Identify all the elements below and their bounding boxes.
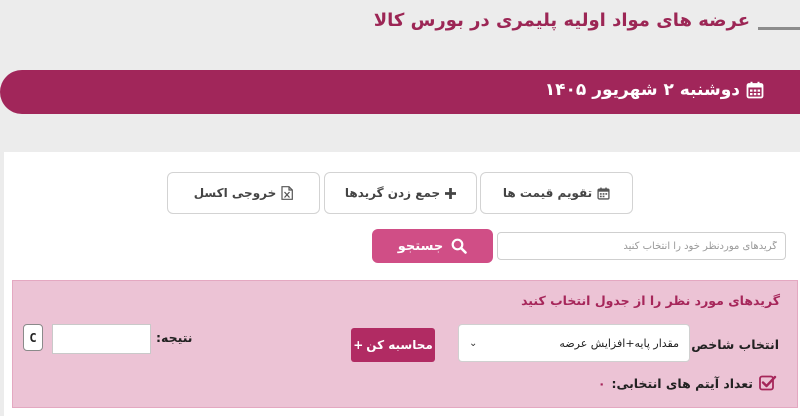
search-button-label: جستجو bbox=[397, 238, 444, 254]
search-button[interactable]: جستجو bbox=[372, 229, 493, 263]
checkbox-checked-icon[interactable] bbox=[759, 374, 777, 392]
search-icon bbox=[451, 238, 468, 254]
date-banner: دوشنبه ۲ شهریور ۱۴۰۵ bbox=[0, 70, 800, 114]
calculator-instruction: گریدهای مورد نظر را از جدول انتخاب کنید bbox=[521, 293, 780, 308]
result-field[interactable] bbox=[52, 324, 151, 354]
calculator-box: گریدهای مورد نظر را از جدول انتخاب کنید … bbox=[12, 280, 798, 408]
price-calendar-button[interactable]: تقویم قیمت ها bbox=[480, 172, 633, 214]
clear-button[interactable]: C bbox=[23, 324, 43, 351]
sum-grades-button[interactable]: جمع زدن گریدها bbox=[324, 172, 477, 214]
index-select[interactable]: مقدار پایه+افزایش عرضه ⌄ bbox=[458, 324, 690, 362]
current-date: دوشنبه ۲ شهریور ۱۴۰۵ bbox=[544, 80, 740, 100]
selected-count-row: تعداد آیتم های انتخابی: ۰ bbox=[598, 374, 777, 392]
plus-icon bbox=[445, 187, 457, 199]
index-select-label: انتخاب شاخص bbox=[691, 337, 779, 352]
price-calendar-label: تقویم قیمت ها bbox=[502, 186, 593, 200]
main-panel: تقویم قیمت ها جمع زدن گریدها خروجی اکسل … bbox=[4, 152, 800, 416]
calculate-label: محاسبه کن bbox=[366, 338, 433, 352]
grade-search-input[interactable] bbox=[497, 232, 786, 260]
calculate-button[interactable]: محاسبه کن + bbox=[351, 328, 435, 362]
selected-count-label: تعداد آیتم های انتخابی: bbox=[611, 375, 753, 391]
excel-export-button[interactable]: خروجی اکسل bbox=[167, 172, 320, 214]
calculate-plus: + bbox=[353, 338, 364, 352]
page-title: عرضه های مواد اولیه پلیمری در بورس کالا bbox=[373, 10, 750, 31]
index-select-value: مقدار پایه+افزایش عرضه bbox=[559, 336, 679, 350]
title-divider bbox=[758, 27, 800, 30]
result-label: نتیجه: bbox=[156, 330, 193, 345]
calendar-icon bbox=[597, 187, 610, 200]
selected-count-value: ۰ bbox=[597, 375, 606, 391]
excel-export-label: خروجی اکسل bbox=[193, 186, 277, 200]
sum-grades-label: جمع زدن گریدها bbox=[344, 186, 441, 200]
chevron-down-icon: ⌄ bbox=[469, 337, 478, 349]
calendar-icon bbox=[746, 81, 764, 99]
excel-file-icon bbox=[281, 186, 294, 200]
